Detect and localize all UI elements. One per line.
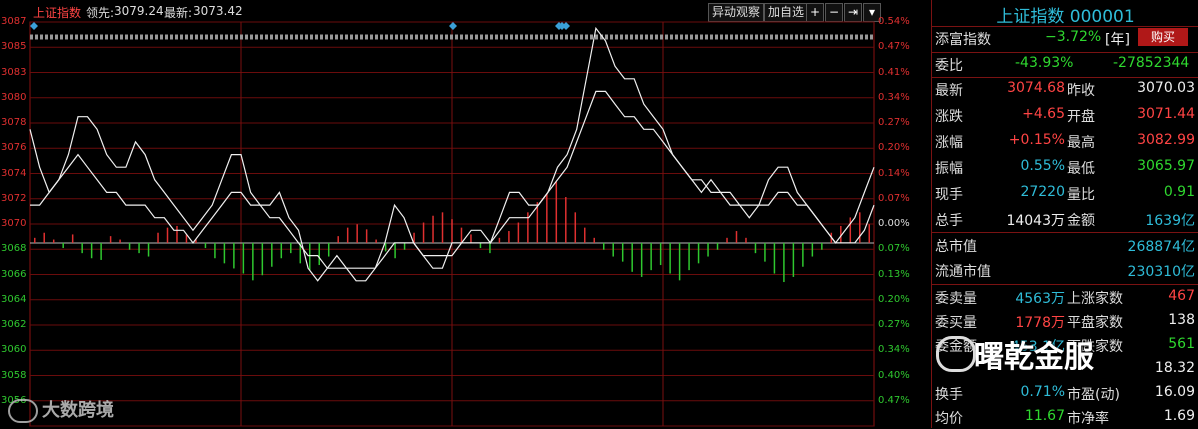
percent-tick: 0.34% — [878, 91, 910, 103]
percent-tick: 0.41% — [878, 66, 910, 78]
percent-tick: 0.27% — [878, 117, 910, 128]
market-cap-row: 流通市值 230310亿 — [935, 258, 1197, 282]
row-label: 涨幅 — [935, 135, 963, 151]
commission-ratio-row: 委比 -43.93% -27852344 — [935, 55, 1190, 74]
percent-tick: 0.34% — [878, 344, 910, 356]
price-tick: 3087 — [1, 16, 27, 27]
stat-row: 换手 0.71% 市盈(动) 16.09 — [935, 381, 1197, 405]
event-marker-icon — [562, 22, 570, 30]
row-label: 委卖量 — [935, 291, 977, 307]
wechat-icon — [936, 336, 976, 372]
percent-tick: 0.07% — [878, 243, 910, 255]
quote-row: 涨幅 +0.15% 最高 3082.99 — [935, 129, 1197, 153]
row-label-2: 市净率 — [1067, 411, 1109, 427]
price-tick: 3072 — [1, 192, 27, 204]
price-tick: 3076 — [1, 142, 27, 154]
row-label: 最新 — [935, 83, 963, 99]
intraday-chart[interactable]: 上证指数 领先: 3079.24 最新: 3073.42 异动观察 加自选 + … — [0, 0, 930, 428]
row-label-2: 量比 — [1067, 187, 1095, 203]
row-label-2: 平盘家数 — [1067, 315, 1123, 331]
row-value-2: 0.91 — [1163, 184, 1195, 200]
row-value: 14043万 — [1006, 213, 1065, 229]
watermark-logo-icon — [8, 399, 38, 423]
percent-tick: 0.07% — [878, 192, 910, 204]
row-label: 流通市值 — [935, 264, 991, 280]
row-value: 0.71% — [1020, 384, 1065, 400]
row-value-2: 1.69 — [1163, 408, 1195, 424]
row-label: 委买量 — [935, 315, 977, 331]
event-marker-icon — [449, 22, 457, 30]
row-value-2: 467 — [1168, 288, 1195, 304]
row-value-2: 16.09 — [1154, 384, 1195, 400]
price-tick: 3058 — [1, 369, 27, 381]
row-label-2: 上涨家数 — [1067, 291, 1123, 307]
row-value-2: 3065.97 — [1137, 158, 1195, 174]
percent-tick: 0.47% — [878, 41, 910, 53]
row-label: 均价 — [935, 411, 963, 427]
price-tick: 3068 — [1, 243, 27, 255]
row-value: 11.67 — [1024, 408, 1065, 424]
row-label-2: 最高 — [1067, 135, 1095, 151]
quote-row: 最新 3074.68 昨收 3070.03 — [935, 77, 1197, 101]
row-value-2: 1639亿 — [1145, 213, 1195, 229]
row-value: 230310亿 — [1127, 264, 1195, 280]
percent-tick: 0.47% — [878, 394, 910, 406]
row-label-2: 金额 — [1067, 213, 1095, 229]
row-value: 4563万 — [1015, 291, 1065, 307]
quote-panel: 上证指数 000001 添富指数 −3.72% [年] 购买 委比 -43.93… — [931, 0, 1198, 428]
event-marker-icon — [30, 22, 38, 30]
watermark-right: 曙乾金服 — [932, 330, 1198, 378]
watermark-left: 大数跨境 — [8, 396, 114, 423]
percent-tick: 0.40% — [878, 369, 910, 381]
quote-row: 涨跌 +4.65 开盘 3071.44 — [935, 103, 1197, 127]
stat-row: 均价 11.67 市净率 1.69 — [935, 405, 1197, 429]
price-tick: 3066 — [1, 268, 27, 280]
price-tick: 3083 — [1, 66, 27, 78]
price-tick: 3085 — [1, 41, 27, 53]
price-tick: 3078 — [1, 117, 27, 128]
percent-tick: 0.54% — [878, 16, 910, 27]
row-value-2: 3071.44 — [1137, 106, 1195, 122]
row-value: +4.65 — [1022, 106, 1065, 122]
price-tick: 3074 — [1, 167, 27, 179]
percent-tick: 0.20% — [878, 142, 910, 154]
row-value: 1778万 — [1015, 315, 1065, 331]
quote-row: 现手 27220 量比 0.91 — [935, 181, 1197, 205]
row-label-2: 最低 — [1067, 161, 1095, 177]
price-tick: 3062 — [1, 319, 27, 330]
row-value: 268874亿 — [1127, 239, 1195, 255]
chart-canvas — [29, 21, 875, 427]
percent-tick: 0.20% — [878, 293, 910, 305]
row-value-2: 138 — [1168, 312, 1195, 328]
stat-row: 委卖量 4563万 上涨家数 467 — [935, 285, 1197, 309]
row-value-2: 3082.99 — [1137, 132, 1195, 148]
row-label: 振幅 — [935, 161, 963, 177]
percent-tick: 0.27% — [878, 319, 910, 330]
row-value: 0.55% — [1020, 158, 1065, 174]
row-value: 27220 — [1020, 184, 1065, 200]
quote-row: 振幅 0.55% 最低 3065.97 — [935, 155, 1197, 179]
price-tick: 3070 — [1, 218, 27, 229]
quote-row: 总手 14043万 金额 1639亿 — [935, 207, 1197, 231]
percent-tick: 0.00% — [878, 218, 910, 229]
buy-button[interactable]: 购买 — [1138, 28, 1188, 46]
row-value: +0.15% — [1008, 132, 1065, 148]
row-label-2: 昨收 — [1067, 83, 1095, 99]
price-tick: 3064 — [1, 293, 27, 305]
row-label: 涨跌 — [935, 109, 963, 125]
market-cap-row: 总市值 268874亿 — [935, 233, 1197, 257]
row-label: 换手 — [935, 387, 963, 403]
row-value-2: 3070.03 — [1137, 80, 1195, 96]
row-label: 总手 — [935, 213, 963, 229]
price-tick: 3080 — [1, 91, 27, 103]
panel-title: 上证指数 000001 — [996, 7, 1135, 27]
price-tick: 3060 — [1, 344, 27, 356]
percent-tick: 0.13% — [878, 268, 910, 280]
row-label: 总市值 — [935, 239, 977, 255]
row-label: 现手 — [935, 187, 963, 203]
row-label-2: 开盘 — [1067, 109, 1095, 125]
percent-tick: 0.14% — [878, 167, 910, 179]
row-label-2: 市盈(动) — [1067, 387, 1120, 403]
row-value: 3074.68 — [1007, 80, 1065, 96]
